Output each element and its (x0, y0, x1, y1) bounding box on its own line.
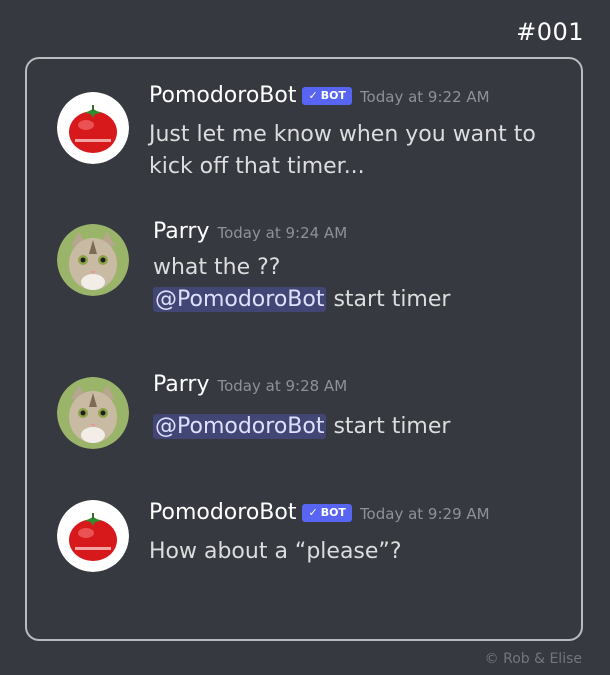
timestamp: Today at 9:22 AM (359, 88, 490, 106)
message-fragment: start timer (326, 287, 451, 312)
message-text: what the ?? @PomodoroBot start timer (153, 252, 450, 316)
message-line: Just let me know when you want to (149, 122, 536, 147)
cat-avatar-icon (57, 377, 129, 449)
checkmark-icon: ✓ (308, 506, 318, 519)
message-line: @PomodoroBot start timer (153, 284, 450, 316)
message-text: How about a “please”? (149, 536, 402, 568)
timestamp: Today at 9:24 AM (217, 224, 348, 242)
tomato-timer-icon (57, 500, 129, 572)
checkmark-icon: ✓ (308, 89, 318, 102)
author-name[interactable]: PomodoroBot (149, 500, 296, 525)
tomato-timer-icon (57, 92, 129, 164)
author-name[interactable]: Parry (153, 372, 209, 397)
message-line: How about a “please”? (149, 539, 402, 564)
user-avatar[interactable] (57, 377, 129, 449)
user-avatar[interactable] (57, 224, 129, 296)
author-name[interactable]: PomodoroBot (149, 83, 296, 108)
message-text: @PomodoroBot start timer (153, 411, 450, 443)
bot-avatar[interactable] (57, 92, 129, 164)
bot-avatar[interactable] (57, 500, 129, 572)
bot-tag: ✓ BOT (302, 86, 352, 105)
cat-avatar-icon (57, 224, 129, 296)
timestamp: Today at 9:28 AM (217, 377, 348, 395)
chat-frame: PomodoroBot ✓ BOT Today at 9:22 AM Just l… (25, 57, 583, 641)
panel-number: #001 (516, 18, 584, 46)
mention[interactable]: @PomodoroBot (153, 287, 327, 312)
author-name[interactable]: Parry (153, 219, 209, 244)
message-line: kick off that timer... (149, 154, 365, 179)
message-text: Just let me know when you want to kick o… (149, 119, 536, 183)
bot-tag: ✓ BOT (302, 503, 352, 522)
message-line: @PomodoroBot start timer (153, 411, 450, 443)
message-line: what the ?? (153, 255, 281, 280)
mention[interactable]: @PomodoroBot (153, 414, 327, 439)
bot-tag-label: BOT (320, 89, 346, 102)
bot-tag-label: BOT (320, 506, 346, 519)
message-fragment: start timer (326, 414, 451, 439)
copyright-credit: © Rob & Elise (484, 651, 582, 667)
timestamp: Today at 9:29 AM (359, 505, 490, 523)
